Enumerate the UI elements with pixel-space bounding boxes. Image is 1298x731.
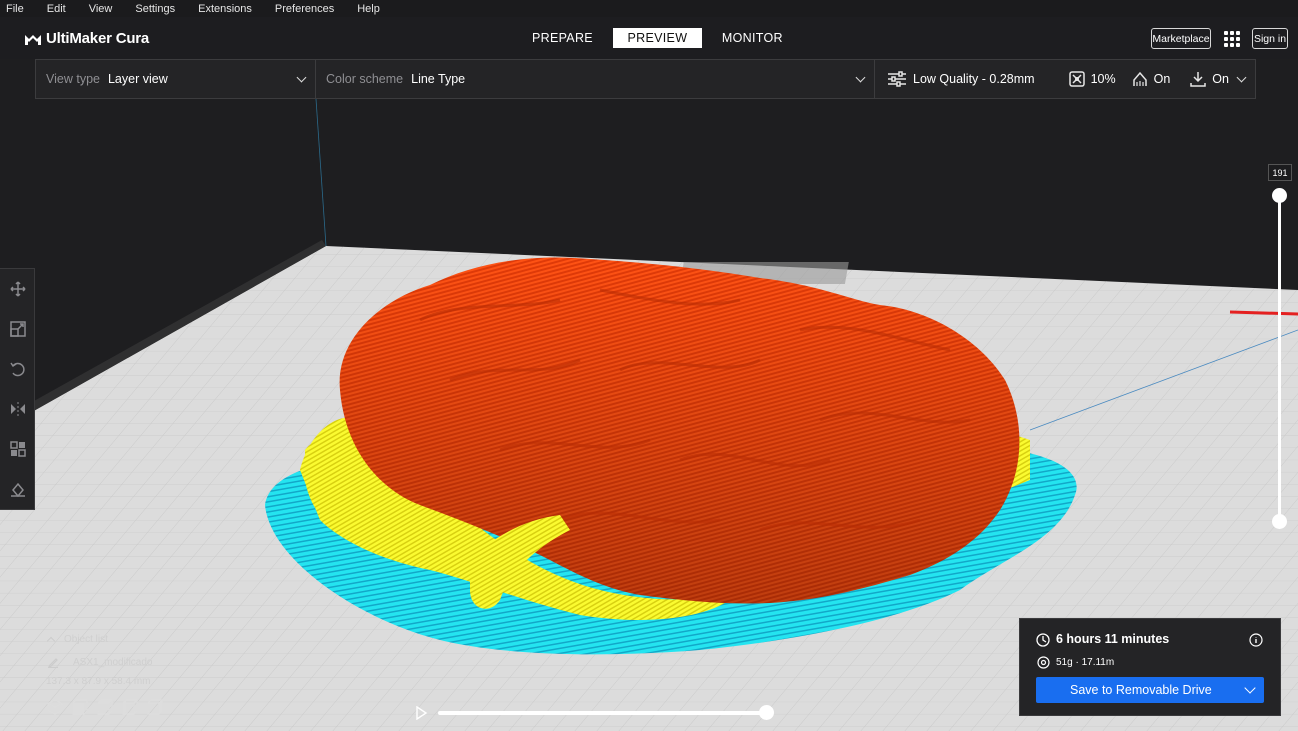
color-scheme-label: Color scheme <box>326 72 404 86</box>
menu-help[interactable]: Help <box>351 3 386 15</box>
layer-number-badge: 191 <box>1268 164 1292 181</box>
apps-grid-icon[interactable] <box>1224 31 1240 47</box>
print-time: 6 hours 11 minutes <box>1056 632 1170 646</box>
play-icon[interactable] <box>414 706 428 720</box>
object-list-toggle[interactable]: Object list <box>44 632 163 646</box>
mirror-tool[interactable] <box>0 389 35 429</box>
camera-view-buttons <box>47 699 163 715</box>
sliders-icon <box>888 71 906 87</box>
simulation-track[interactable] <box>438 711 766 715</box>
pencil-icon <box>48 658 58 668</box>
object-list-item[interactable]: ASX1_modificado <box>44 656 163 668</box>
right-view-icon[interactable] <box>147 699 163 715</box>
menu-edit[interactable]: Edit <box>41 3 72 15</box>
scale-tool[interactable] <box>0 309 35 349</box>
support-value: On <box>1153 72 1171 86</box>
move-tool[interactable] <box>0 269 35 309</box>
adhesion-icon <box>1190 72 1207 87</box>
menu-settings[interactable]: Settings <box>129 3 181 15</box>
object-list-panel: Object list ASX1_modificado 137.3 x 87.9… <box>44 632 163 715</box>
chevron-down-icon[interactable] <box>1244 682 1256 694</box>
rotate-tool[interactable] <box>0 349 35 389</box>
support-blocker-tool[interactable] <box>0 469 35 509</box>
move-icon <box>9 281 26 297</box>
support-icon <box>1132 71 1147 86</box>
object-list-header: Object list <box>64 633 108 645</box>
chevron-down-icon <box>855 72 866 83</box>
color-scheme-value: Line Type <box>411 72 466 86</box>
app-name: UltiMaker Cura <box>46 30 150 47</box>
layer-slider-bottom-handle[interactable] <box>1272 514 1287 529</box>
tab-preview[interactable]: PREVIEW <box>612 28 702 48</box>
profile-name: Low Quality - 0.28mm <box>913 72 1035 86</box>
app-header: UltiMaker Cura PREPARE PREVIEW MONITOR M… <box>0 17 1298 59</box>
object-dimensions: 137.3 x 87.9 x 58.4 mm <box>46 676 151 687</box>
save-label: Save to Removable Drive <box>1070 683 1212 697</box>
layer-slider[interactable]: 191 <box>1268 164 1292 534</box>
3d-view-icon[interactable] <box>47 699 63 715</box>
simulation-controls <box>410 700 790 726</box>
sign-in-button[interactable]: Sign in <box>1252 28 1288 49</box>
top-view-icon[interactable] <box>97 699 113 715</box>
object-name: ASX1_modificado <box>73 656 153 668</box>
tab-prepare[interactable]: PREPARE <box>512 28 613 48</box>
clock-icon <box>1036 633 1050 647</box>
infill-icon <box>1068 71 1085 87</box>
menu-extensions[interactable]: Extensions <box>192 3 258 15</box>
layer-slider-top-handle[interactable] <box>1272 188 1287 203</box>
menu-view[interactable]: View <box>83 3 119 15</box>
infill-value: 10% <box>1090 72 1116 86</box>
ultimaker-logo-icon <box>25 34 41 45</box>
adhesion-value: On <box>1212 72 1229 86</box>
layer-slider-track <box>1278 194 1281 522</box>
view-settings-bar: View type Layer view Color scheme Line T… <box>35 59 1256 99</box>
per-model-settings-icon <box>9 441 26 457</box>
transform-toolbar <box>0 268 35 510</box>
material-usage: 51g · 17.11m <box>1056 657 1115 668</box>
spool-icon <box>1037 656 1050 669</box>
mirror-icon <box>10 402 25 416</box>
color-scheme-select[interactable]: Color scheme Line Type <box>316 60 875 98</box>
per-model-settings-tool[interactable] <box>0 429 35 469</box>
simulation-handle[interactable] <box>758 705 774 720</box>
save-to-removable-drive-button[interactable]: Save to Removable Drive <box>1036 677 1264 703</box>
view-type-select[interactable]: View type Layer view <box>36 60 316 98</box>
left-view-icon[interactable] <box>122 699 138 715</box>
view-type-value: Layer view <box>107 72 168 86</box>
info-icon[interactable] <box>1249 633 1263 647</box>
current-layer: 191 <box>1272 167 1288 178</box>
rotate-icon <box>9 362 25 377</box>
scale-icon <box>9 321 26 337</box>
view-type-label: View type <box>46 72 100 86</box>
menu-preferences[interactable]: Preferences <box>269 3 340 15</box>
print-settings-selector[interactable]: Low Quality - 0.28mm 10% On On <box>875 60 1255 98</box>
menu-bar: File Edit View Settings Extensions Prefe… <box>0 0 1298 17</box>
stage-tabs: PREPARE PREVIEW MONITOR <box>512 28 803 48</box>
chevron-down-icon <box>296 72 307 83</box>
tab-monitor[interactable]: MONITOR <box>702 28 803 48</box>
support-blocker-icon <box>10 482 25 497</box>
chevron-down-icon[interactable] <box>1236 72 1247 83</box>
print-information-panel: 6 hours 11 minutes 51g · 17.11m Save to … <box>1019 618 1281 716</box>
front-view-icon[interactable] <box>72 699 88 715</box>
chevron-up-icon <box>46 636 56 646</box>
marketplace-button[interactable]: Marketplace <box>1151 28 1211 49</box>
app-logo: UltiMaker Cura <box>24 30 149 47</box>
menu-file[interactable]: File <box>0 3 30 15</box>
